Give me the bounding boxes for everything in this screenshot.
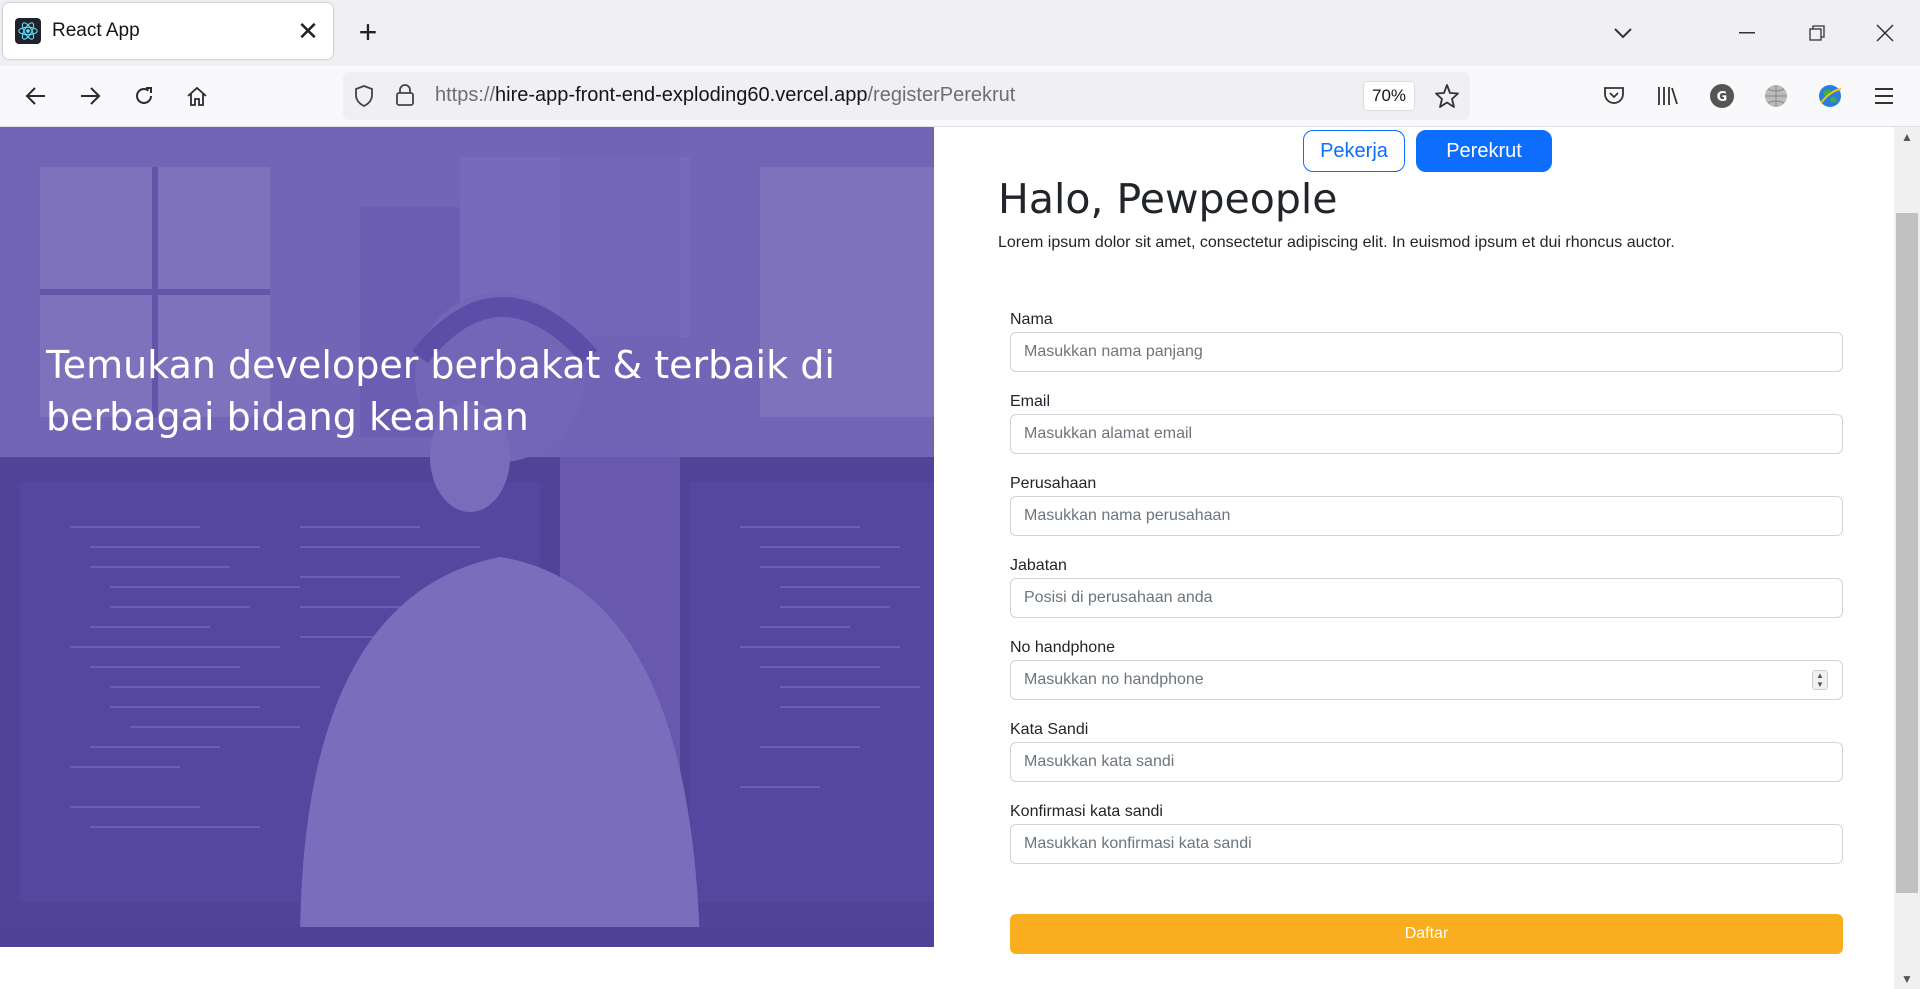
daftar-button[interactable]: Daftar (1010, 914, 1843, 954)
pocket-icon[interactable] (1594, 76, 1634, 116)
hero-banner: Temukan developer berbakat & terbaik di … (0, 127, 934, 947)
tab-title: React App (52, 20, 140, 41)
nama-label: Nama (1010, 311, 1053, 328)
home-icon[interactable] (177, 76, 217, 116)
jabatan-input[interactable] (1010, 578, 1843, 618)
page-title: Halo, Pewpeople (998, 175, 1338, 223)
earth-extension-icon[interactable] (1810, 76, 1850, 116)
tab-list-chevron-icon[interactable] (1600, 10, 1646, 56)
page-subtitle: Lorem ipsum dolor sit amet, consectetur … (998, 234, 1675, 251)
phone-label: No handphone (1010, 639, 1115, 656)
url-scheme: https:// (435, 84, 496, 106)
url-text[interactable]: https://hire-app-front-end-exploding60.v… (435, 84, 1015, 107)
perekrut-button[interactable]: Perekrut (1416, 130, 1552, 172)
password-label: Kata Sandi (1010, 721, 1089, 738)
tab-close-icon[interactable]: ✕ (291, 14, 325, 48)
globe-extension-icon[interactable] (1756, 76, 1796, 116)
react-logo-icon (15, 18, 41, 44)
scroll-down-icon[interactable]: ▼ (1894, 969, 1920, 989)
perusahaan-label: Perusahaan (1010, 475, 1097, 492)
perusahaan-input[interactable] (1010, 496, 1843, 536)
zoom-level-badge[interactable]: 70% (1363, 81, 1415, 111)
library-icon[interactable] (1648, 76, 1688, 116)
nama-input[interactable] (1010, 332, 1843, 372)
email-input[interactable] (1010, 414, 1843, 454)
pekerja-button[interactable]: Pekerja (1303, 130, 1405, 172)
navigation-toolbar: https://hire-app-front-end-exploding60.v… (0, 66, 1920, 127)
back-arrow-icon[interactable] (16, 76, 56, 116)
vertical-scrollbar[interactable]: ▲ ▼ (1894, 127, 1920, 989)
svg-text:G: G (1717, 90, 1728, 105)
page-viewport: Temukan developer berbakat & terbaik di … (0, 127, 1920, 989)
lock-icon[interactable] (395, 83, 415, 112)
password-input[interactable] (1010, 742, 1843, 782)
account-avatar-icon[interactable]: G (1702, 76, 1742, 116)
address-bar[interactable]: https://hire-app-front-end-exploding60.v… (343, 72, 1470, 120)
bookmark-star-icon[interactable] (1434, 83, 1460, 114)
scroll-up-icon[interactable]: ▲ (1894, 127, 1920, 147)
url-path: /registerPerekrut (867, 84, 1016, 106)
shield-icon[interactable] (353, 84, 375, 113)
tab-strip: React App ✕ + (0, 0, 1920, 66)
hero-headline: Temukan developer berbakat & terbaik di … (46, 343, 835, 439)
email-label: Email (1010, 393, 1051, 410)
hamburger-menu-icon[interactable] (1864, 76, 1904, 116)
scrollbar-thumb[interactable] (1896, 213, 1918, 893)
jabatan-label: Jabatan (1010, 557, 1067, 574)
confirm-password-input[interactable] (1010, 824, 1843, 864)
restore-icon[interactable] (1794, 10, 1840, 56)
confirm-password-label: Konfirmasi kata sandi (1010, 803, 1163, 820)
phone-input[interactable] (1010, 660, 1843, 700)
number-spinner-icon[interactable]: ▲ ▼ (1812, 670, 1828, 690)
new-tab-button[interactable]: + (350, 14, 386, 50)
hero-overlay (0, 127, 934, 947)
url-host: hire-app-front-end-exploding60.vercel.ap… (495, 84, 868, 106)
minimize-icon[interactable] (1724, 10, 1770, 56)
reload-icon[interactable] (124, 76, 164, 116)
browser-tab[interactable]: React App ✕ (3, 3, 333, 59)
forward-arrow-icon[interactable] (70, 76, 110, 116)
close-window-icon[interactable] (1862, 10, 1908, 56)
